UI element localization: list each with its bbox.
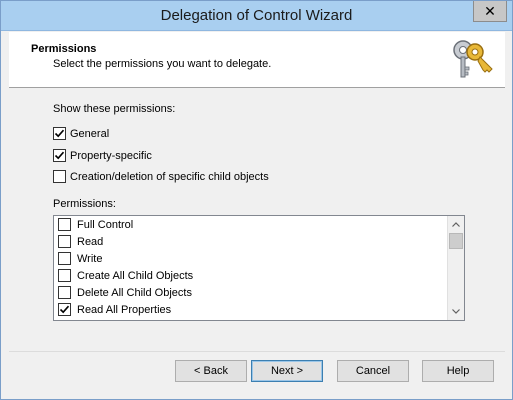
list-item-label: Read All Properties [77, 303, 172, 316]
title-bar: Delegation of Control Wizard ✕ [1, 1, 512, 31]
checkbox-unchecked[interactable] [58, 286, 71, 299]
show-property-specific-label: Property-specific [70, 149, 152, 162]
show-permissions-label: Show these permissions: [53, 103, 176, 115]
scroll-down-icon[interactable] [448, 303, 464, 320]
page-title: Permissions [31, 43, 97, 55]
permissions-listbox[interactable]: Full Control Read Write Create All Child… [53, 215, 465, 321]
show-general-label: General [70, 127, 110, 140]
keys-icon [453, 40, 493, 78]
list-item-label: Read [77, 235, 104, 248]
window-title: Delegation of Control Wizard [160, 7, 353, 24]
show-property-specific-checkbox[interactable]: Property-specific [53, 149, 152, 162]
show-creation-deletion-label: Creation/deletion of specific child obje… [70, 170, 269, 183]
button-separator [9, 351, 505, 352]
wizard-body: Show these permissions: General Property… [9, 89, 505, 351]
checkbox-unchecked[interactable] [58, 218, 71, 231]
list-item-write[interactable]: Write [58, 250, 102, 267]
show-creation-deletion-checkbox[interactable]: Creation/deletion of specific child obje… [53, 170, 269, 183]
page-subtitle: Select the permissions you want to deleg… [53, 58, 272, 70]
scroll-up-icon[interactable] [448, 216, 464, 233]
list-item-delete-all-child-objects[interactable]: Delete All Child Objects [58, 284, 192, 301]
scroll-thumb[interactable] [449, 233, 463, 249]
show-general-checkbox[interactable]: General [53, 127, 109, 140]
wizard-header: Permissions Select the permissions you w… [9, 32, 505, 88]
list-item-full-control[interactable]: Full Control [58, 216, 133, 233]
list-item-create-all-child-objects[interactable]: Create All Child Objects [58, 267, 193, 284]
list-item-read[interactable]: Read [58, 233, 103, 250]
list-item-label: Create All Child Objects [77, 269, 194, 282]
close-icon: ✕ [484, 2, 496, 19]
checkbox-checked[interactable] [58, 303, 71, 316]
back-button[interactable]: < Back [175, 360, 247, 382]
close-button[interactable]: ✕ [473, 1, 507, 22]
list-item-read-all-properties[interactable]: Read All Properties [58, 301, 171, 318]
checkbox-unchecked[interactable] [53, 170, 66, 183]
checkbox-unchecked[interactable] [58, 235, 71, 248]
list-item-label: Full Control [77, 218, 134, 231]
permissions-list-label: Permissions: [53, 198, 116, 210]
cancel-button[interactable]: Cancel [337, 360, 409, 382]
checkbox-checked[interactable] [53, 149, 66, 162]
checkbox-unchecked[interactable] [58, 269, 71, 282]
list-item-label: Write [77, 252, 103, 265]
checkbox-checked[interactable] [53, 127, 66, 140]
next-button[interactable]: Next > [251, 360, 323, 382]
list-item-label: Delete All Child Objects [77, 286, 192, 299]
vertical-scrollbar[interactable] [447, 216, 464, 320]
wizard-window: Delegation of Control Wizard ✕ Permissio… [0, 0, 513, 400]
help-button[interactable]: Help [422, 360, 494, 382]
checkbox-unchecked[interactable] [58, 252, 71, 265]
